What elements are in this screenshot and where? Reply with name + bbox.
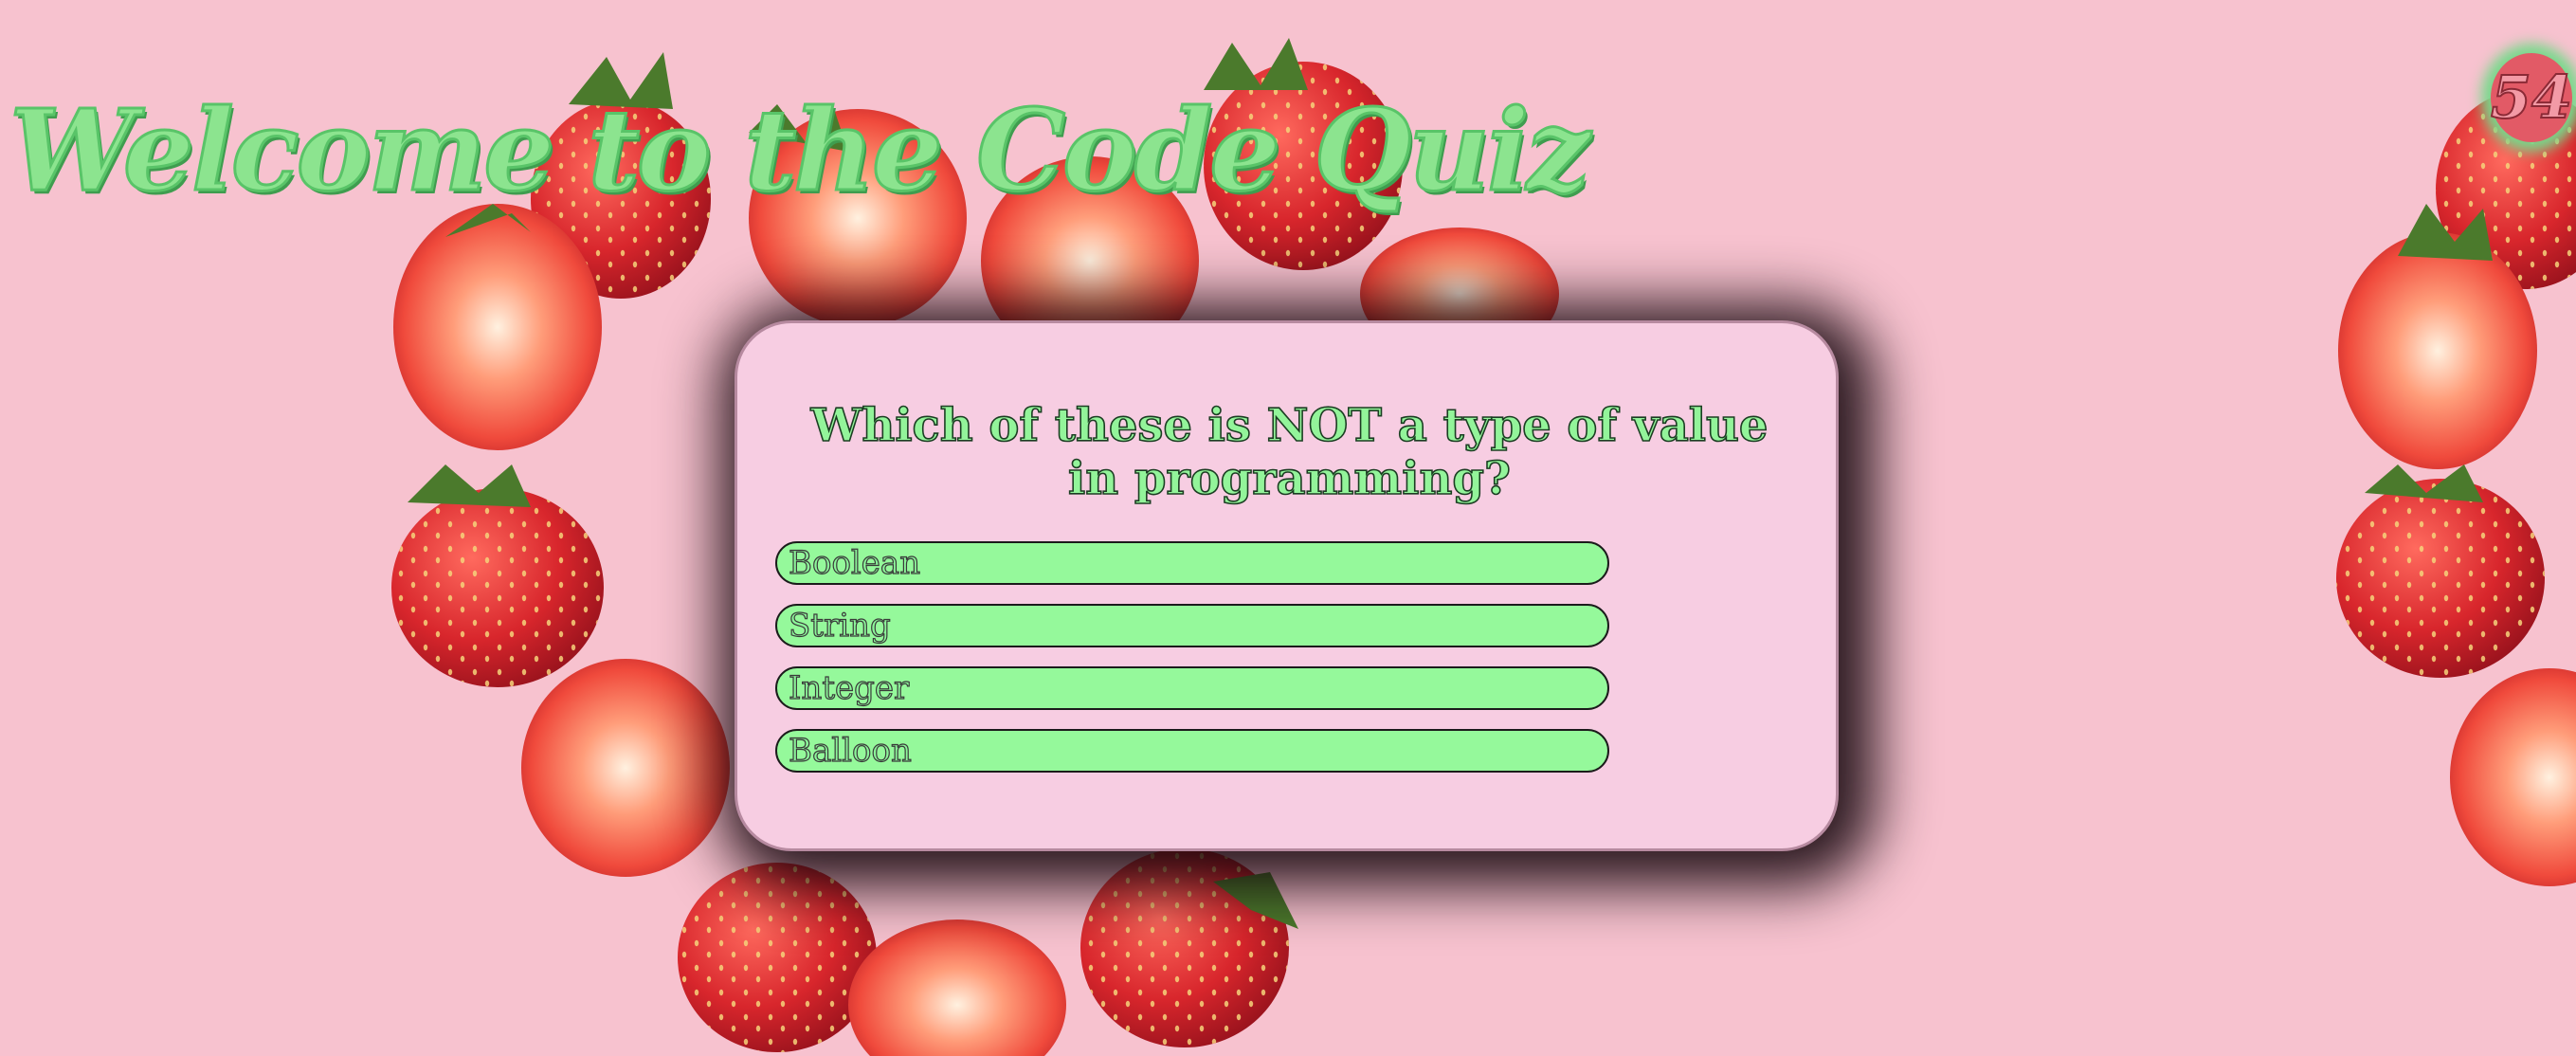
answer-item: Boolean <box>775 541 1609 585</box>
quiz-card: Which of these is NOT a type of value in… <box>735 320 1839 851</box>
answer-list: Boolean String Integer Balloon <box>775 541 1609 792</box>
page-title: Welcome to the Code Quiz <box>9 84 1592 216</box>
answer-button-boolean[interactable]: Boolean <box>775 541 1609 585</box>
question-text: Which of these is NOT a type of value in… <box>810 398 1769 506</box>
timer-value: 54 <box>2490 63 2573 132</box>
answer-button-string[interactable]: String <box>775 604 1609 647</box>
countdown-timer: 54 <box>2490 53 2573 142</box>
answer-item: String <box>775 604 1609 647</box>
answer-button-integer[interactable]: Integer <box>775 666 1609 710</box>
answer-button-balloon[interactable]: Balloon <box>775 729 1609 773</box>
answer-item: Integer <box>775 666 1609 710</box>
answer-item: Balloon <box>775 729 1609 773</box>
